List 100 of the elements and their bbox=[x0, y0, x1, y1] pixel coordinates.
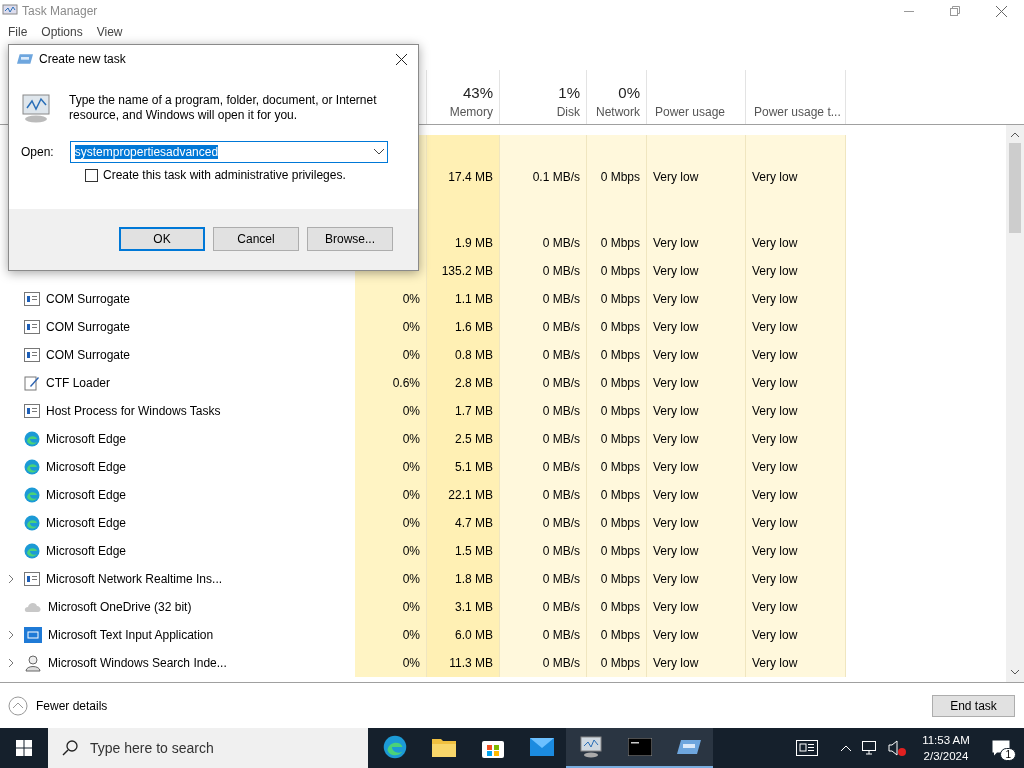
table-cell: 1.6 MB bbox=[427, 313, 500, 341]
process-name: COM Surrogate bbox=[46, 348, 131, 362]
table-cell: Very low bbox=[647, 257, 746, 285]
end-task-button[interactable]: End task bbox=[932, 694, 1015, 717]
clock[interactable]: 11:53 AM 2/3/2024 bbox=[916, 732, 976, 764]
column-total: 0% bbox=[618, 84, 640, 101]
table-cell: 0 Mbps bbox=[587, 313, 647, 341]
chevron-icon[interactable] bbox=[8, 630, 14, 640]
fewer-details-button[interactable]: Fewer details bbox=[8, 695, 108, 716]
process-name: Host Process for Windows Tasks bbox=[46, 404, 221, 418]
process-name: COM Surrogate bbox=[46, 320, 131, 334]
scrollbar-thumb[interactable] bbox=[1009, 143, 1021, 233]
close-icon[interactable] bbox=[395, 53, 407, 65]
news-icon[interactable] bbox=[796, 740, 818, 756]
table-cell: 1.5 MB bbox=[427, 537, 500, 565]
table-cell: 2.5 MB bbox=[427, 425, 500, 453]
chevron-icon[interactable] bbox=[8, 574, 14, 584]
column-header[interactable]: Power usage t... bbox=[754, 105, 841, 119]
table-cell: Very low bbox=[647, 537, 746, 565]
window-icon bbox=[24, 572, 40, 586]
scroll-up-icon[interactable] bbox=[1010, 131, 1020, 139]
cloud-icon bbox=[24, 601, 42, 613]
menu-item[interactable]: File bbox=[8, 25, 28, 39]
chevron-icon[interactable] bbox=[8, 658, 14, 668]
table-cell: Very low bbox=[746, 369, 846, 397]
table-cell: Very low bbox=[647, 229, 746, 257]
table-cell: 1.9 MB bbox=[427, 229, 500, 257]
table-cell: Very low bbox=[746, 565, 846, 593]
process-name: CTF Loader bbox=[46, 376, 111, 390]
table-cell: Very low bbox=[647, 397, 746, 425]
table-cell: 0% bbox=[355, 313, 427, 341]
collapse-icon bbox=[8, 695, 28, 716]
column-header[interactable]: Network bbox=[596, 105, 640, 119]
table-cell: Very low bbox=[647, 341, 746, 369]
table-cell: 0 MB/s bbox=[500, 285, 587, 313]
restore-icon[interactable] bbox=[950, 6, 960, 16]
search-field[interactable]: Type here to search bbox=[48, 728, 368, 768]
mail-icon bbox=[529, 738, 554, 756]
window-icon bbox=[676, 738, 701, 756]
table-cell: 0 MB/s bbox=[500, 313, 587, 341]
column-header[interactable]: Memory bbox=[449, 105, 493, 119]
edge-icon bbox=[24, 431, 40, 447]
table-cell: 0 MB/s bbox=[500, 649, 587, 677]
dialog-button[interactable]: Cancel bbox=[213, 227, 299, 251]
monitor-icon bbox=[21, 93, 53, 123]
column-header[interactable]: Power usage bbox=[655, 105, 726, 119]
process-name: Microsoft Windows Search Inde... bbox=[48, 656, 227, 670]
table-cell: Very low bbox=[647, 453, 746, 481]
process-name: Microsoft Edge bbox=[46, 488, 127, 502]
table-cell: 0 Mbps bbox=[587, 481, 647, 509]
window-icon bbox=[24, 404, 40, 418]
table-cell: 0% bbox=[355, 453, 427, 481]
window-icon bbox=[24, 348, 40, 362]
table-cell: Very low bbox=[647, 565, 746, 593]
menu-item[interactable]: View bbox=[96, 25, 123, 39]
speaker-muted-icon[interactable] bbox=[888, 740, 906, 756]
edge-icon bbox=[24, 515, 40, 531]
window-icon bbox=[24, 320, 40, 334]
menu-item[interactable]: Options bbox=[41, 25, 83, 39]
table-cell: 0 MB/s bbox=[500, 229, 587, 257]
taskbar-app[interactable] bbox=[664, 728, 713, 768]
network-icon[interactable] bbox=[862, 741, 878, 755]
caret-up-icon[interactable] bbox=[840, 744, 852, 752]
window-icon bbox=[24, 292, 40, 306]
edge-icon bbox=[24, 459, 40, 475]
table-cell: 0% bbox=[355, 565, 427, 593]
checkbox-label: Create this task with administrative privileges. bbox=[103, 168, 346, 182]
taskbar-app[interactable] bbox=[566, 728, 615, 768]
table-cell: 0% bbox=[355, 397, 427, 425]
dialog-message: Type the name of a program, folder, document, or Internet resource, and Windows will open it for you. bbox=[69, 93, 378, 123]
table-cell: 0 Mbps bbox=[587, 397, 647, 425]
table-cell: Very low bbox=[746, 453, 846, 481]
window-icon bbox=[17, 53, 33, 65]
windows-logo-icon bbox=[16, 740, 32, 756]
column-header[interactable]: Disk bbox=[556, 105, 580, 119]
dialog-button[interactable]: Browse... bbox=[307, 227, 393, 251]
table-cell: Very low bbox=[647, 649, 746, 677]
table-cell: 3.1 MB bbox=[427, 593, 500, 621]
checkbox[interactable] bbox=[85, 168, 98, 182]
table-cell: 0% bbox=[355, 593, 427, 621]
table-cell: Very low bbox=[746, 425, 846, 453]
table-cell: 0 Mbps bbox=[587, 593, 647, 621]
column-total: 43% bbox=[462, 84, 493, 101]
monitor-icon bbox=[578, 736, 603, 758]
table-cell bbox=[587, 135, 647, 163]
table-cell: 0 Mbps bbox=[587, 425, 647, 453]
table-cell: 0 MB/s bbox=[500, 341, 587, 369]
table-cell: Very low bbox=[647, 621, 746, 649]
table-cell: 0 MB/s bbox=[500, 453, 587, 481]
table-cell: 0% bbox=[355, 621, 427, 649]
scroll-down-icon[interactable] bbox=[1010, 668, 1020, 676]
table-cell: 0.6% bbox=[355, 369, 427, 397]
table-cell: Very low bbox=[746, 313, 846, 341]
terminal-icon bbox=[627, 738, 652, 756]
table-cell: Very low bbox=[746, 621, 846, 649]
table-cell: Very low bbox=[746, 163, 846, 191]
table-cell: Very low bbox=[647, 509, 746, 537]
dialog-button[interactable]: OK bbox=[119, 227, 205, 251]
table-cell: 0 Mbps bbox=[587, 565, 647, 593]
open-combo-field[interactable]: systempropertiesadvanced bbox=[69, 141, 388, 163]
